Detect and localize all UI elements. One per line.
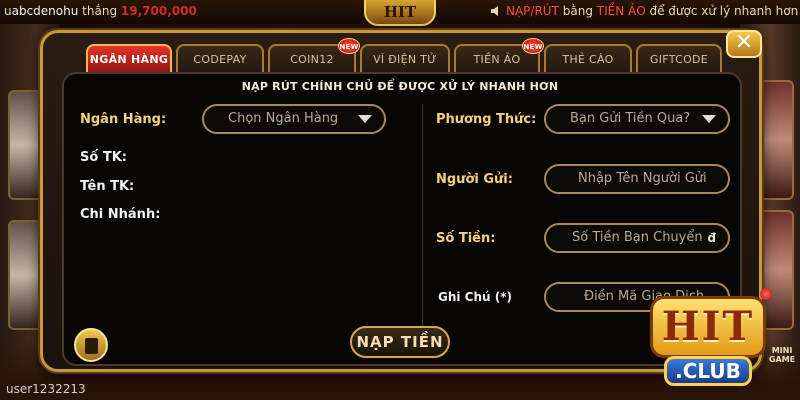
tab-label: GIFTCODE: [649, 53, 709, 66]
note-label: Ghi Chú (*): [438, 290, 512, 304]
column-divider: [422, 104, 423, 334]
tab-giftcode[interactable]: GIFTCODE: [636, 44, 722, 74]
bank-label: Ngân Hàng:: [80, 112, 167, 127]
amount-input[interactable]: Số Tiền Bạn Chuyển đ: [544, 223, 730, 253]
mini-game-button[interactable]: MINI GAME: [764, 346, 800, 382]
caret-down-icon: [702, 115, 716, 123]
tab-label: COIN12: [290, 53, 334, 66]
tab-label: CODEPAY: [193, 53, 247, 66]
sender-placeholder: Nhập Tên Người Gửi: [578, 171, 707, 186]
ticker-message: NẠP/RÚT bằng TIỀN ẢO để được xử lý nhanh…: [506, 4, 798, 18]
new-badge: NEW: [338, 38, 360, 54]
sender-label: Người Gửi:: [436, 172, 513, 187]
close-button[interactable]: ✕: [726, 30, 762, 58]
logo-knob: [760, 288, 772, 300]
tab-label: TIỀN ẢO: [473, 53, 521, 66]
bank-select-value: Chọn Ngân Hàng: [228, 111, 339, 126]
tab-coin12[interactable]: COIN12 NEW: [268, 38, 360, 74]
currency-suffix: đ: [707, 231, 716, 245]
tab-label: NGÂN HÀNG: [89, 53, 169, 66]
tab-tien-ao[interactable]: TIỀN ẢO NEW: [454, 38, 544, 74]
notes-icon: [85, 338, 98, 354]
ticker-amount: 19,700,000: [120, 4, 197, 18]
win-announcement: uabcdenohu thắng 19,700,000: [4, 4, 197, 18]
method-label: Phương Thức:: [436, 112, 537, 127]
club-logo-text: .CLUB: [664, 356, 752, 386]
amount-placeholder: Số Tiền Bạn Chuyển: [572, 230, 703, 245]
tab-the-cao[interactable]: THẺ CÀO: [544, 44, 632, 74]
hit-club-logo[interactable]: HIT .CLUB: [642, 286, 772, 398]
ticker-prefix: u: [4, 4, 12, 18]
method-select-value: Bạn Gửi Tiền Qua?: [570, 111, 691, 126]
amount-label: Số Tiền:: [436, 231, 496, 246]
close-icon: ✕: [734, 30, 754, 55]
hit-logo-text: HIT: [650, 296, 766, 358]
ticker-verb: thắng: [82, 4, 118, 18]
tab-codepay[interactable]: CODEPAY: [176, 44, 264, 74]
tab-label: VÍ ĐIỆN TỬ: [373, 53, 437, 66]
method-select[interactable]: Bạn Gửi Tiền Qua?: [544, 104, 730, 134]
speaker-icon: [491, 6, 498, 16]
deposit-submit-button[interactable]: NẠP TIỀN: [350, 326, 450, 358]
tab-label: THẺ CÀO: [562, 53, 614, 66]
sender-input[interactable]: Nhập Tên Người Gửi: [544, 164, 730, 194]
ticker-message-text: bằng: [558, 4, 597, 18]
ticker-message-text: để được xử lý nhanh hơn: [645, 4, 799, 18]
ticker-username: abcdenohu: [11, 4, 79, 18]
caret-down-icon: [358, 115, 372, 123]
ticker-message-highlight: NẠP/RÚT: [506, 4, 559, 18]
top-logo: HIT: [364, 0, 436, 26]
tab-ngan-hang[interactable]: NGÂN HÀNG: [86, 44, 172, 74]
bank-select[interactable]: Chọn Ngân Hàng: [202, 104, 386, 134]
account-name-label: Tên TK:: [80, 179, 135, 194]
history-button[interactable]: [74, 328, 108, 362]
new-badge: NEW: [522, 38, 544, 54]
ticker-message-highlight: TIỀN ẢO: [596, 4, 646, 18]
branch-label: Chi Nhánh:: [80, 207, 161, 222]
footer-username: user1232213: [6, 382, 86, 396]
account-number-label: Số TK:: [80, 150, 127, 165]
notice-text: NẠP RÚT CHÍNH CHỦ ĐỂ ĐƯỢC XỬ LÝ NHANH HƠ…: [241, 80, 559, 93]
tab-vi-dien-tu[interactable]: VÍ ĐIỆN TỬ: [360, 44, 450, 74]
